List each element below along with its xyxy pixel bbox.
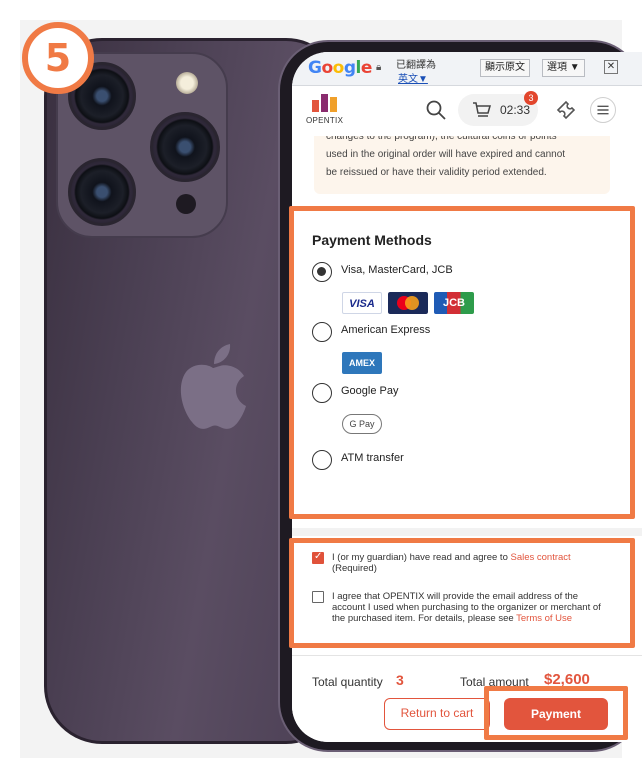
notice-line: be reissued or have their validity perio… [326, 167, 547, 178]
translate-bar: Google 🔒︎ 已翻譯為 英文▼ 顯示原文 選項 ▼ ✕ [292, 52, 642, 86]
total-amount-label: Total amount [460, 675, 529, 689]
notice-line: used in the original order will have exp… [326, 149, 566, 160]
payment-methods-title: Payment Methods [312, 232, 432, 248]
refund-notice: changes to the program), the cultural co… [314, 136, 610, 194]
jcb-logo: JCB [434, 292, 474, 314]
payment-option-google-pay[interactable]: Google Pay [312, 383, 512, 405]
google-logo: Google [308, 58, 372, 78]
cart-icon [473, 102, 491, 117]
camera-lens-right [150, 112, 220, 182]
section-divider [292, 528, 642, 536]
opentix-wordmark: OPENTIX [306, 116, 344, 125]
opentix-mark-icon [312, 94, 337, 112]
notice-line: changes to the program), the cultural co… [326, 136, 557, 142]
payment-button[interactable]: Payment [504, 698, 608, 730]
cart-button[interactable]: 02:33 3 [458, 91, 538, 126]
payment-option-card[interactable]: Visa, MasterCard, JCB [312, 262, 512, 284]
radio-button[interactable] [312, 262, 332, 282]
payment-option-amex[interactable]: American Express [312, 322, 512, 344]
radio-button[interactable] [312, 450, 332, 470]
translated-status: 已翻譯為 [396, 60, 436, 71]
show-original-button[interactable]: 顯示原文 [480, 59, 530, 77]
email-consent-text: I agree that OPENTIX will provide the em… [332, 591, 601, 624]
mastercard-logo-icon [388, 292, 428, 314]
payment-option-label: ATM transfer [341, 452, 404, 464]
payment-option-label: American Express [341, 324, 431, 336]
cart-count-badge: 3 [524, 91, 538, 105]
total-quantity-value: 3 [396, 672, 404, 688]
menu-icon[interactable] [590, 97, 616, 123]
radio-button[interactable] [312, 383, 332, 403]
chevron-down-icon: ▼ [418, 74, 428, 85]
sales-contract-link[interactable]: Sales contract [511, 552, 571, 563]
total-quantity-label: Total quantity [312, 675, 383, 689]
cart-timer: 02:33 [500, 103, 531, 117]
radio-button[interactable] [312, 322, 332, 342]
step-badge: 5 [22, 22, 94, 94]
ticket-icon[interactable] [554, 98, 578, 122]
payment-option-label: Visa, MasterCard, JCB [341, 264, 453, 276]
terms-of-use-link[interactable]: Terms of Use [516, 613, 572, 624]
opentix-logo[interactable]: OPENTIX [306, 94, 346, 130]
email-consent-checkbox[interactable] [312, 591, 324, 603]
payment-option-label: Google Pay [341, 385, 399, 397]
apple-logo-icon [180, 344, 246, 429]
camera-flash [176, 72, 198, 94]
close-icon[interactable]: ✕ [604, 60, 618, 74]
visa-logo: VISA [342, 292, 382, 314]
return-to-cart-button[interactable]: Return to cart [384, 698, 490, 730]
language-select[interactable]: 英文▼ [398, 70, 428, 85]
sales-contract-text: I (or my guardian) have read and agree t… [332, 552, 571, 574]
sales-contract-checkbox[interactable] [312, 551, 324, 564]
lidar-sensor [176, 194, 196, 214]
google-pay-logo: G Pay [342, 414, 382, 434]
lock-icon: 🔒︎ [376, 62, 382, 73]
site-header: OPENTIX 02:33 3 [292, 86, 642, 136]
totals-bar: Total quantity 3 Total amount $2,600 Ret… [292, 655, 642, 742]
search-icon[interactable] [424, 98, 448, 122]
total-amount-value: $2,600 [544, 671, 590, 688]
options-button[interactable]: 選項 ▼ [542, 59, 585, 77]
payment-option-atm[interactable]: ATM transfer [312, 450, 512, 472]
camera-lens-bottom [68, 158, 136, 226]
amex-logo: AMEX [342, 352, 382, 374]
phone-screen: Google 🔒︎ 已翻譯為 英文▼ 顯示原文 選項 ▼ ✕ OPENTIX 0… [292, 52, 642, 742]
